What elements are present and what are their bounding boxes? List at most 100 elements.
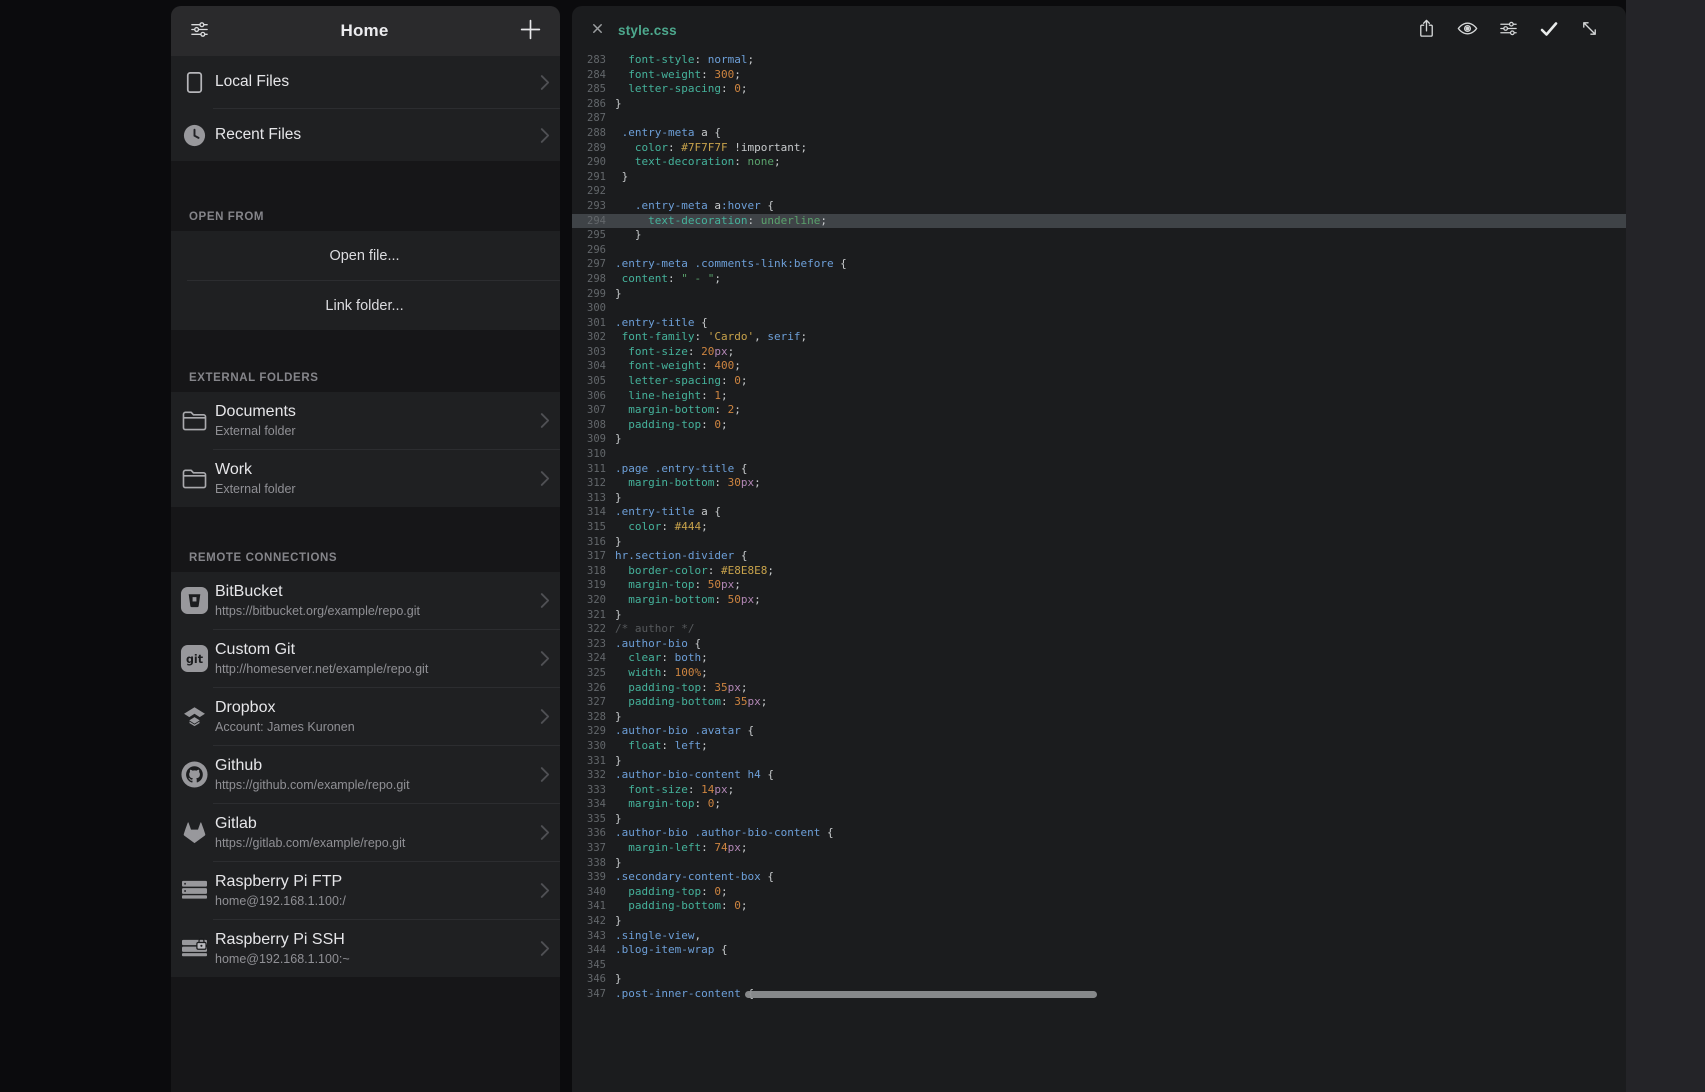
info-button[interactable] [524,889,528,893]
row-subtitle: https://bitbucket.org/example/repo.git [215,603,524,619]
info-button[interactable] [524,715,528,719]
code-line: 313} [572,491,1626,506]
line-number: 323 [572,637,606,652]
section-gap: REMOTE CONNECTIONS [171,507,560,572]
plus-icon [519,18,542,44]
code-text: } [615,97,622,112]
line-number: 324 [572,651,606,666]
line-number: 327 [572,695,606,710]
line-number: 288 [572,126,606,141]
code-line: 300 [572,301,1626,316]
line-number: 330 [572,739,606,754]
tab-style-css[interactable]: style.css [589,20,677,40]
row-title: Custom Git [215,640,524,660]
line-number: 292 [572,184,606,199]
tab-filename: style.css [618,23,677,38]
code-text: font-weight: 400; [615,359,741,374]
code-text: .page .entry-title { [615,462,747,477]
code-text: .author-bio-content h4 { [615,768,774,783]
code-text: } [615,812,622,827]
line-number: 344 [572,943,606,958]
info-button[interactable] [524,831,528,835]
sliders-icon [189,19,210,43]
line-number: 340 [572,885,606,900]
line-number: 339 [572,870,606,885]
code-line: 301.entry-title { [572,316,1626,331]
code-text: .entry-meta a { [615,126,721,141]
code-text: margin-top: 50px; [615,578,741,593]
sidebar-item-label: Recent Files [215,126,537,144]
line-number: 308 [572,418,606,433]
open-file-button[interactable]: Open file... [171,231,560,280]
code-text: } [615,432,622,447]
info-button[interactable] [524,773,528,777]
info-button[interactable] [524,947,528,951]
preview-eye-button[interactable] [1454,15,1481,45]
folder-work[interactable]: Work External folder [171,450,560,507]
page-title: Home [214,21,515,41]
line-number: 283 [572,53,606,68]
connection-raspberry-pi-ftp[interactable]: Raspberry Pi FTP home@192.168.1.100:/ [171,862,560,919]
close-tab-button[interactable] [589,20,606,40]
code-text: font-family: 'Cardo', serif; [615,330,807,345]
desktop-background [1626,0,1705,1092]
line-number: 303 [572,345,606,360]
connection-bitbucket[interactable]: BitBucket https://bitbucket.org/example/… [171,572,560,629]
chevron-right-icon [539,939,550,958]
code-line: 323.author-bio { [572,637,1626,652]
code-text: .author-bio .author-bio-content { [615,826,834,841]
add-connection-button[interactable] [515,14,546,48]
section-label-remote-connections: REMOTE CONNECTIONS [189,552,337,564]
code-text: margin-bottom: 30px; [615,476,761,491]
line-number: 326 [572,681,606,696]
line-number: 289 [572,141,606,156]
folder-icon [179,467,209,490]
code-line: 283 font-style: normal; [572,53,1626,68]
line-number: 290 [572,155,606,170]
connection-custom-git[interactable]: git Custom Git http://homeserver.net/exa… [171,630,560,687]
code-area[interactable]: 283 font-style: normal;284 font-weight: … [572,50,1626,1002]
sidebar-item-recent-files[interactable]: Recent Files [171,109,560,161]
code-line: 302 font-family: 'Cardo', serif; [572,330,1626,345]
expand-button[interactable] [1577,16,1602,44]
server-icon [179,878,209,903]
row-subtitle: Account: James Kuronen [215,719,524,735]
connection-github[interactable]: Github https://github.com/example/repo.g… [171,746,560,803]
code-line: 285 letter-spacing: 0; [572,82,1626,97]
share-button[interactable] [1414,16,1439,44]
checkmark-button[interactable] [1536,16,1562,45]
row-subtitle: http://homeserver.net/example/repo.git [215,661,524,677]
section-label-external-folders: EXTERNAL FOLDERS [189,372,319,384]
connection-gitlab[interactable]: Gitlab https://gitlab.com/example/repo.g… [171,804,560,861]
code-text: } [615,535,622,550]
horizontal-scrollbar[interactable] [745,991,1097,998]
sidebar-settings-button[interactable] [185,15,214,47]
code-text: text-decoration: underline; [615,214,827,229]
line-number: 307 [572,403,606,418]
clock-icon [179,123,209,148]
settings-sliders-button[interactable] [1496,16,1521,44]
line-number: 310 [572,447,606,462]
code-line: 318 border-color: #E8E8E8; [572,564,1626,579]
connection-dropbox[interactable]: Dropbox Account: James Kuronen [171,688,560,745]
code-text: font-size: 20px; [615,345,734,360]
info-button[interactable] [524,599,528,603]
code-text: .entry-title a { [615,505,721,520]
checkmark-icon [1538,18,1560,43]
code-text: .post-inner-content { [615,987,754,1002]
line-number: 305 [572,374,606,389]
line-number: 306 [572,389,606,404]
code-text: content: " - "; [615,272,721,287]
code-text: } [615,710,622,725]
line-number: 291 [572,170,606,185]
sidebar-item-local-files[interactable]: Local Files [171,56,560,108]
folder-documents[interactable]: Documents External folder [171,392,560,449]
connection-raspberry-pi-ssh[interactable]: Raspberry Pi SSH home@192.168.1.100:~ [171,920,560,977]
code-text: width: 100%; [615,666,708,681]
row-title: Gitlab [215,814,524,834]
code-line: 303 font-size: 20px; [572,345,1626,360]
editor-panel: style.css 283 font-style: normal;284 fon… [572,6,1626,1092]
info-button[interactable] [524,657,528,661]
chevron-right-icon [539,881,550,900]
link-folder-button[interactable]: Link folder... [171,281,560,330]
